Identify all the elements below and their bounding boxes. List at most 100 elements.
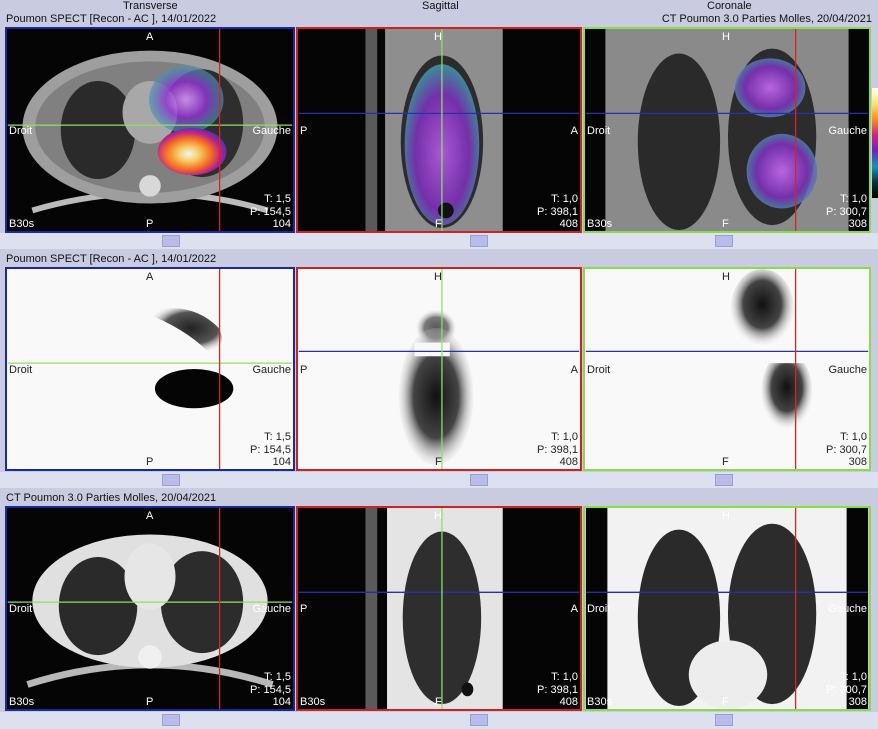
spect-sagittal-image xyxy=(298,269,580,469)
slice-number: 408 xyxy=(559,218,578,230)
header-row1-titles: Poumon SPECT [Recon - AC ], 14/01/2022 C… xyxy=(0,13,878,27)
slider-thumb-icon[interactable] xyxy=(715,714,733,726)
colormap-legend-icon xyxy=(872,88,878,198)
viewport-fusion-transverse[interactable]: A Droit Gauche P B30s T: 1,5 P: 154,5 10… xyxy=(5,27,295,233)
viewport-spect-coronal[interactable]: H Droit Gauche F T: 1,0 P: 300,7 308 xyxy=(583,267,871,471)
fusion-row: A Droit Gauche P B30s T: 1,5 P: 154,5 10… xyxy=(0,27,878,233)
orient-right: Gauche xyxy=(828,603,867,615)
kernel-label: B30s xyxy=(300,696,326,708)
orient-top: H xyxy=(722,31,730,43)
slider-thumb-icon[interactable] xyxy=(162,235,180,247)
viewport-ct-transverse[interactable]: A Droit Gauche P B30s T: 1,5 P: 154,5 10… xyxy=(5,506,295,711)
orient-left: P xyxy=(300,125,308,137)
orient-left: Droit xyxy=(9,364,33,376)
position-label: P: 398,1 xyxy=(537,444,578,456)
slider-thumb-icon[interactable] xyxy=(470,714,488,726)
thickness-label: T: 1,5 xyxy=(264,431,291,443)
spect-transverse-image xyxy=(7,269,293,469)
fusion-transverse-image xyxy=(7,29,293,231)
ct-coronal-image xyxy=(585,508,869,709)
orient-top: H xyxy=(722,510,730,522)
orient-right: A xyxy=(570,603,578,615)
slider-thumb-icon[interactable] xyxy=(162,474,180,486)
ct-transverse-image xyxy=(7,508,293,709)
orient-right: Gauche xyxy=(828,125,867,137)
orient-bottom: F xyxy=(435,218,442,230)
spect-coronal-image xyxy=(585,269,869,469)
viewport-spect-sagittal[interactable]: H P A F T: 1,0 P: 398,1 408 xyxy=(296,267,582,471)
slice-number: 104 xyxy=(272,696,291,708)
slice-number: 104 xyxy=(272,218,291,230)
orient-bottom: F xyxy=(722,218,729,230)
viewport-fusion-sagittal[interactable]: H P A F T: 1,0 P: 398,1 408 xyxy=(296,27,582,233)
orient-right: A xyxy=(570,364,578,376)
header-row2: Poumon SPECT [Recon - AC ], 14/01/2022 xyxy=(0,253,878,267)
spect-row: A Droit Gauche P T: 1,5 P: 154,5 104 H P… xyxy=(0,267,878,471)
slice-scrollbar-row1[interactable] xyxy=(0,233,878,249)
orient-right: Gauche xyxy=(252,125,291,137)
slice-number: 408 xyxy=(559,456,578,468)
orient-bottom: F xyxy=(435,456,442,468)
header-coronal: Coronale xyxy=(707,0,752,12)
thickness-label: T: 1,0 xyxy=(840,193,867,205)
series-title-ct: CT Poumon 3.0 Parties Molles, 20/04/2021 xyxy=(661,13,872,25)
slice-number: 308 xyxy=(848,696,867,708)
position-label: P: 300,7 xyxy=(826,684,867,696)
slice-number: 408 xyxy=(559,696,578,708)
orient-bottom: F xyxy=(722,456,729,468)
slice-number: 308 xyxy=(848,218,867,230)
slice-number: 104 xyxy=(272,456,291,468)
slider-thumb-icon[interactable] xyxy=(470,474,488,486)
kernel-label: B30s xyxy=(9,218,35,230)
viewport-fusion-coronal[interactable]: H Droit Gauche F B30s T: 1,0 P: 300,7 30… xyxy=(583,27,871,233)
position-label: P: 398,1 xyxy=(537,684,578,696)
orient-bottom: P xyxy=(146,456,154,468)
viewport-ct-sagittal[interactable]: H P A F B30s T: 1,0 P: 398,1 408 xyxy=(296,506,582,711)
slice-scrollbar-row2[interactable] xyxy=(0,472,878,488)
orient-right: A xyxy=(570,125,578,137)
thickness-label: T: 1,0 xyxy=(840,431,867,443)
series-title-ct: CT Poumon 3.0 Parties Molles, 20/04/2021 xyxy=(6,492,217,504)
orient-top: H xyxy=(434,31,442,43)
orient-right: Gauche xyxy=(828,364,867,376)
series-title-spect: Poumon SPECT [Recon - AC ], 14/01/2022 xyxy=(6,253,217,265)
orient-left: Droit xyxy=(9,125,33,137)
header-sagittal: Sagittal xyxy=(422,0,459,12)
kernel-label: B30s xyxy=(9,696,35,708)
kernel-label: B30s xyxy=(587,696,613,708)
slider-thumb-icon[interactable] xyxy=(162,714,180,726)
orient-bottom: P xyxy=(146,218,154,230)
position-label: P: 154,5 xyxy=(250,206,291,218)
orient-left: Droit xyxy=(587,125,611,137)
viewport-spect-transverse[interactable]: A Droit Gauche P T: 1,5 P: 154,5 104 xyxy=(5,267,295,471)
thickness-label: T: 1,0 xyxy=(551,431,578,443)
position-label: P: 300,7 xyxy=(826,444,867,456)
slider-thumb-icon[interactable] xyxy=(715,474,733,486)
thickness-label: T: 1,0 xyxy=(840,671,867,683)
series-title-spect: Poumon SPECT [Recon - AC ], 14/01/2022 xyxy=(6,13,217,25)
thickness-label: T: 1,5 xyxy=(264,671,291,683)
orient-top: H xyxy=(434,510,442,522)
viewport-ct-coronal[interactable]: H Droit Gauche F B30s T: 1,0 P: 300,7 30… xyxy=(583,506,871,711)
orient-top: A xyxy=(146,510,154,522)
slice-number: 308 xyxy=(848,456,867,468)
orient-bottom: F xyxy=(722,696,729,708)
orient-right: Gauche xyxy=(252,364,291,376)
position-label: P: 154,5 xyxy=(250,684,291,696)
slice-scrollbar-row3[interactable] xyxy=(0,712,878,729)
header-row3: CT Poumon 3.0 Parties Molles, 20/04/2021 xyxy=(0,492,878,506)
kernel-label: B30s xyxy=(587,218,613,230)
slider-thumb-icon[interactable] xyxy=(715,235,733,247)
slider-thumb-icon[interactable] xyxy=(470,235,488,247)
fusion-coronal-image xyxy=(585,29,869,231)
thickness-label: T: 1,5 xyxy=(264,193,291,205)
thickness-label: T: 1,0 xyxy=(551,671,578,683)
orient-left: Droit xyxy=(9,603,33,615)
position-label: P: 154,5 xyxy=(250,444,291,456)
orient-left: Droit xyxy=(587,603,611,615)
orient-left: P xyxy=(300,364,308,376)
orient-top: H xyxy=(722,271,730,283)
orient-top: H xyxy=(434,271,442,283)
position-label: P: 398,1 xyxy=(537,206,578,218)
orient-right: Gauche xyxy=(252,603,291,615)
